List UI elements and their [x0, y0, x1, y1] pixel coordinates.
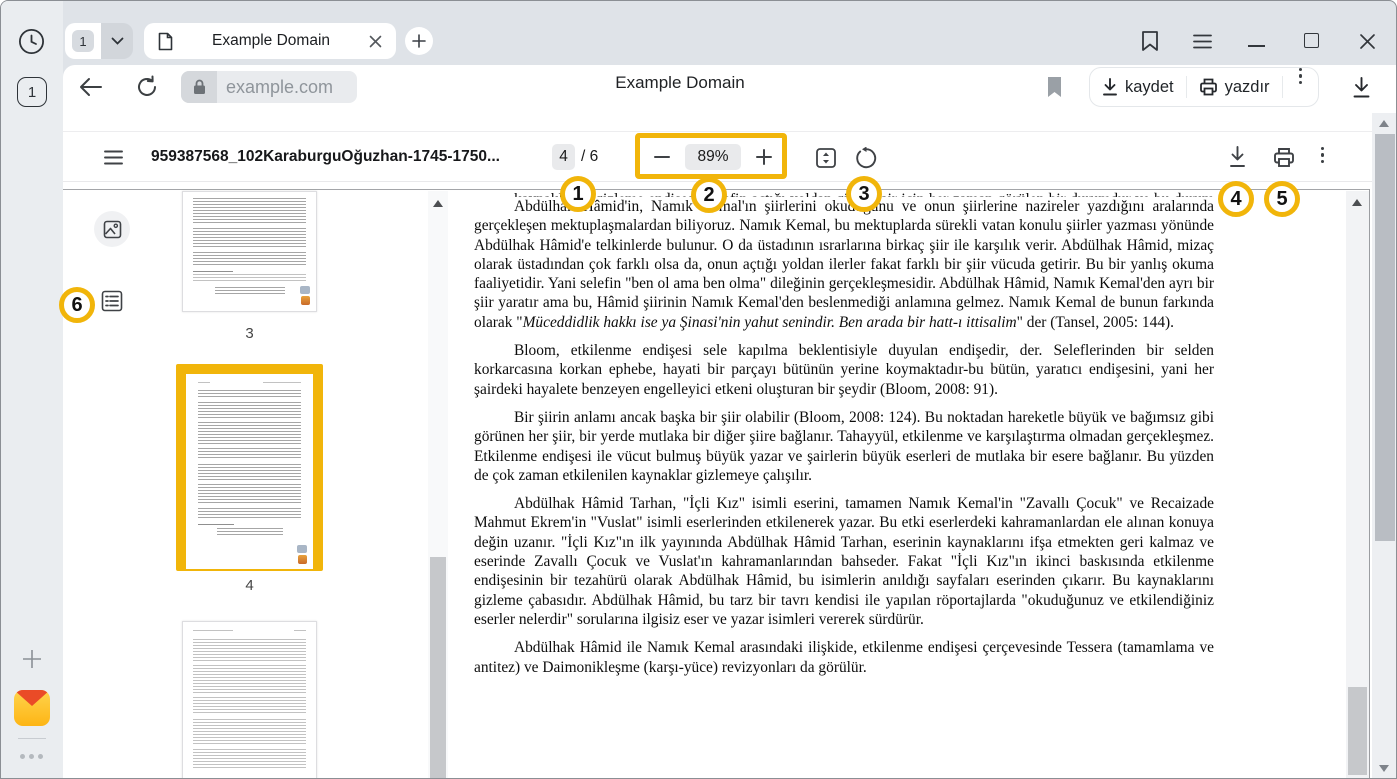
address-bar[interactable]: example.com [181, 71, 357, 103]
rail-add-icon[interactable] [20, 647, 44, 671]
yandex-mail-icon[interactable] [14, 690, 50, 726]
tab-group-expand-button[interactable] [101, 23, 133, 59]
pdf-download-icon[interactable] [1226, 145, 1249, 169]
outline-view-button[interactable] [100, 289, 124, 313]
fit-to-page-icon[interactable] [814, 146, 837, 169]
plus-icon [412, 34, 426, 48]
pdf-filename: 959387568_102KaraburguOğuzhan-1745-1750.… [151, 148, 546, 166]
callout-1: 1 [560, 176, 596, 212]
page-title: Example Domain [480, 73, 880, 93]
menu-icon[interactable] [1192, 32, 1213, 50]
image-icon [103, 220, 122, 239]
pdf-scrollbar-thumb[interactable] [1348, 687, 1367, 775]
save-button[interactable]: kaydet [1090, 68, 1186, 106]
thumbnail-panel-scrollbar[interactable] [428, 191, 448, 779]
toolbar-top-border [63, 131, 1375, 132]
back-button[interactable] [77, 73, 105, 101]
document-paragraph: Abdülhak Hâmid'in, Namık Kemal'ın şiirle… [474, 197, 1214, 332]
bookmarks-panel-icon[interactable] [1138, 28, 1161, 54]
document-paragraph: Abdülhak Hâmid Tarhan, "İçli Kız" isimli… [474, 494, 1214, 629]
browser-scrollbar-thumb[interactable] [1375, 134, 1395, 541]
thumbnail-view-button[interactable] [94, 211, 130, 247]
page-actions-group: kaydet yazdır [1089, 67, 1319, 107]
tab-count-badge[interactable]: 1 [17, 77, 47, 107]
new-tab-button[interactable] [405, 27, 433, 55]
save-button-label: kaydet [1125, 78, 1174, 97]
callout-5: 5 [1264, 181, 1300, 217]
tab-group-badge-holder: 1 [65, 23, 101, 59]
tab-group-chip[interactable]: 1 [65, 23, 133, 59]
pdf-sidebar-toggle-icon[interactable] [101, 147, 125, 167]
pdf-page-total: / 6 [581, 148, 598, 166]
browser-window: 1 1 Example Domain [0, 0, 1397, 779]
pdf-more-icon[interactable] [1321, 147, 1324, 163]
mail-flap-shape [14, 690, 50, 706]
document-paragraph: Bloom, etkilenme endişesi sele kapılma b… [474, 341, 1214, 399]
rotate-icon[interactable] [854, 146, 877, 169]
downloads-icon[interactable] [1349, 75, 1373, 99]
pdf-current-page-field[interactable]: 4 [552, 144, 575, 170]
thumbnail-journal-logo [300, 286, 310, 305]
url-text: example.com [217, 77, 333, 98]
thumbnail-page-3[interactable] [182, 191, 317, 312]
callout-2: 2 [691, 177, 727, 213]
reload-button[interactable] [133, 73, 161, 101]
thumbnail-label-4: 4 [176, 577, 323, 594]
thumbnail-page-5[interactable] [182, 621, 317, 779]
print-button-label: yazdır [1225, 78, 1270, 97]
pdf-content-scrollbar[interactable] [1346, 191, 1369, 779]
thumbnail-journal-logo [297, 545, 307, 564]
page-actions-more-icon[interactable] [1283, 68, 1318, 106]
thumbnail-scrollbar-thumb[interactable] [430, 557, 446, 779]
callout-4: 4 [1218, 181, 1254, 217]
document-paragraph: Bir şiirin anlamı ancak başka bir şiir o… [474, 408, 1214, 485]
callout-rect-zoom-controls [635, 133, 787, 179]
pdf-embed-right-border [1369, 189, 1370, 779]
minimize-button[interactable] [1248, 45, 1265, 47]
print-button[interactable]: yazdır [1187, 68, 1282, 106]
window-close-button[interactable] [1358, 32, 1376, 50]
tab-group-badge: 1 [72, 30, 94, 52]
rail-more-icon[interactable] [20, 754, 46, 759]
thumbnail-label-3: 3 [182, 325, 317, 342]
tab-example-domain[interactable]: Example Domain [144, 23, 396, 59]
history-clock-icon[interactable] [17, 27, 45, 55]
document-icon [158, 32, 173, 51]
document-paragraph: Abdülhak Hâmid ile Namık Kemal arasındak… [474, 638, 1214, 677]
browser-scrollbar[interactable] [1372, 113, 1397, 779]
site-security-chip[interactable] [181, 71, 217, 103]
tab-close-icon[interactable] [369, 35, 382, 48]
callout-6: 6 [59, 287, 95, 323]
chevron-down-icon [111, 37, 124, 45]
pdf-print-icon[interactable] [1272, 146, 1296, 168]
printer-icon [1199, 78, 1218, 96]
callout-3: 3 [846, 176, 882, 212]
lock-icon [193, 79, 206, 95]
rail-divider [18, 738, 46, 739]
thumbnail-page-4-selected[interactable] [176, 364, 323, 571]
list-icon [101, 290, 123, 312]
tab-title: Example Domain [173, 32, 369, 50]
bookmark-icon[interactable] [1044, 75, 1064, 99]
pdf-text: Abdülhak Hâmid'in, Namık Kemal'ın şiirle… [474, 197, 1214, 686]
maximize-button[interactable] [1304, 33, 1319, 48]
pdf-page-content: kaynaklarını gizleme endişesi, selefin a… [456, 190, 1216, 779]
download-icon [1102, 78, 1118, 96]
